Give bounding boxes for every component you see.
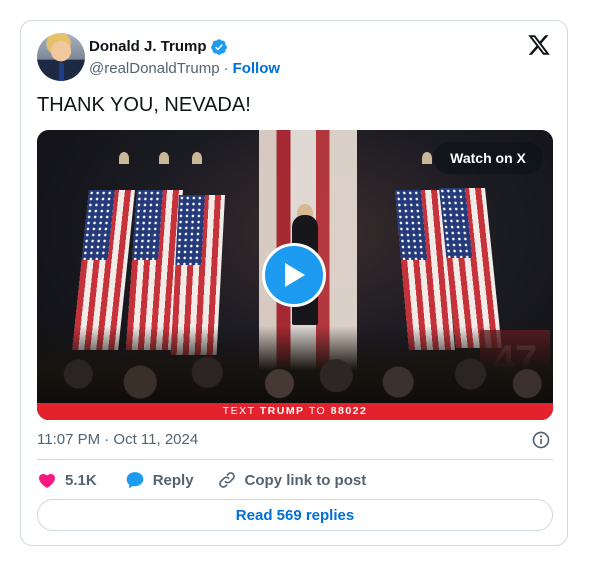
info-icon[interactable] (531, 430, 551, 450)
reply-label: Reply (152, 471, 194, 489)
link-icon (218, 472, 235, 488)
heart-icon (39, 473, 55, 488)
banner-number: 88022 (330, 405, 368, 417)
post-actions: 5.1K Reply Copy link to post (37, 470, 366, 490)
author-handle-row: @realDonaldTrump · Follow (89, 60, 280, 77)
banner-prefix: TEXT (222, 405, 256, 417)
banner-keyword: TRUMP (259, 405, 305, 417)
flagpole-finial (119, 152, 129, 164)
author-handle[interactable]: @realDonaldTrump (89, 60, 220, 77)
verified-badge-icon (211, 39, 227, 55)
reply-bubble-icon (126, 472, 144, 489)
watch-on-x-button[interactable]: Watch on X (433, 142, 543, 174)
follow-button[interactable]: Follow (233, 60, 281, 77)
video-player[interactable]: 47 TEXT TRUMP TO 88022 Watch on X (37, 130, 553, 420)
x-logo-icon[interactable] (527, 33, 551, 57)
like-action[interactable]: 5.1K (37, 470, 97, 490)
like-count: 5.1K (65, 471, 97, 489)
copy-link-action[interactable]: Copy link to post (217, 470, 367, 490)
post-timestamp[interactable]: 11:07 PM · Oct 11, 2024 (37, 431, 198, 448)
post-text: THANK YOU, NEVADA! (37, 94, 251, 116)
divider (37, 459, 553, 460)
read-replies-button[interactable]: Read 569 replies (37, 499, 553, 531)
embedded-post-card: Donald J. Trump @realDonaldTrump · Follow … (20, 20, 568, 546)
separator-dot: · (223, 60, 229, 77)
play-button[interactable] (262, 243, 326, 307)
play-icon (285, 263, 305, 287)
banner-middle: TO (308, 405, 327, 417)
copy-link-label: Copy link to post (244, 471, 367, 489)
crowd-graphic (37, 326, 553, 406)
author-avatar[interactable] (37, 33, 85, 81)
video-banner: TEXT TRUMP TO 88022 (37, 403, 553, 420)
flagpole-finial (159, 152, 169, 164)
author-name[interactable]: Donald J. Trump (89, 38, 207, 55)
reply-action[interactable]: Reply (125, 470, 194, 490)
flagpole-finial (192, 152, 202, 164)
flagpole-finial (422, 152, 432, 164)
